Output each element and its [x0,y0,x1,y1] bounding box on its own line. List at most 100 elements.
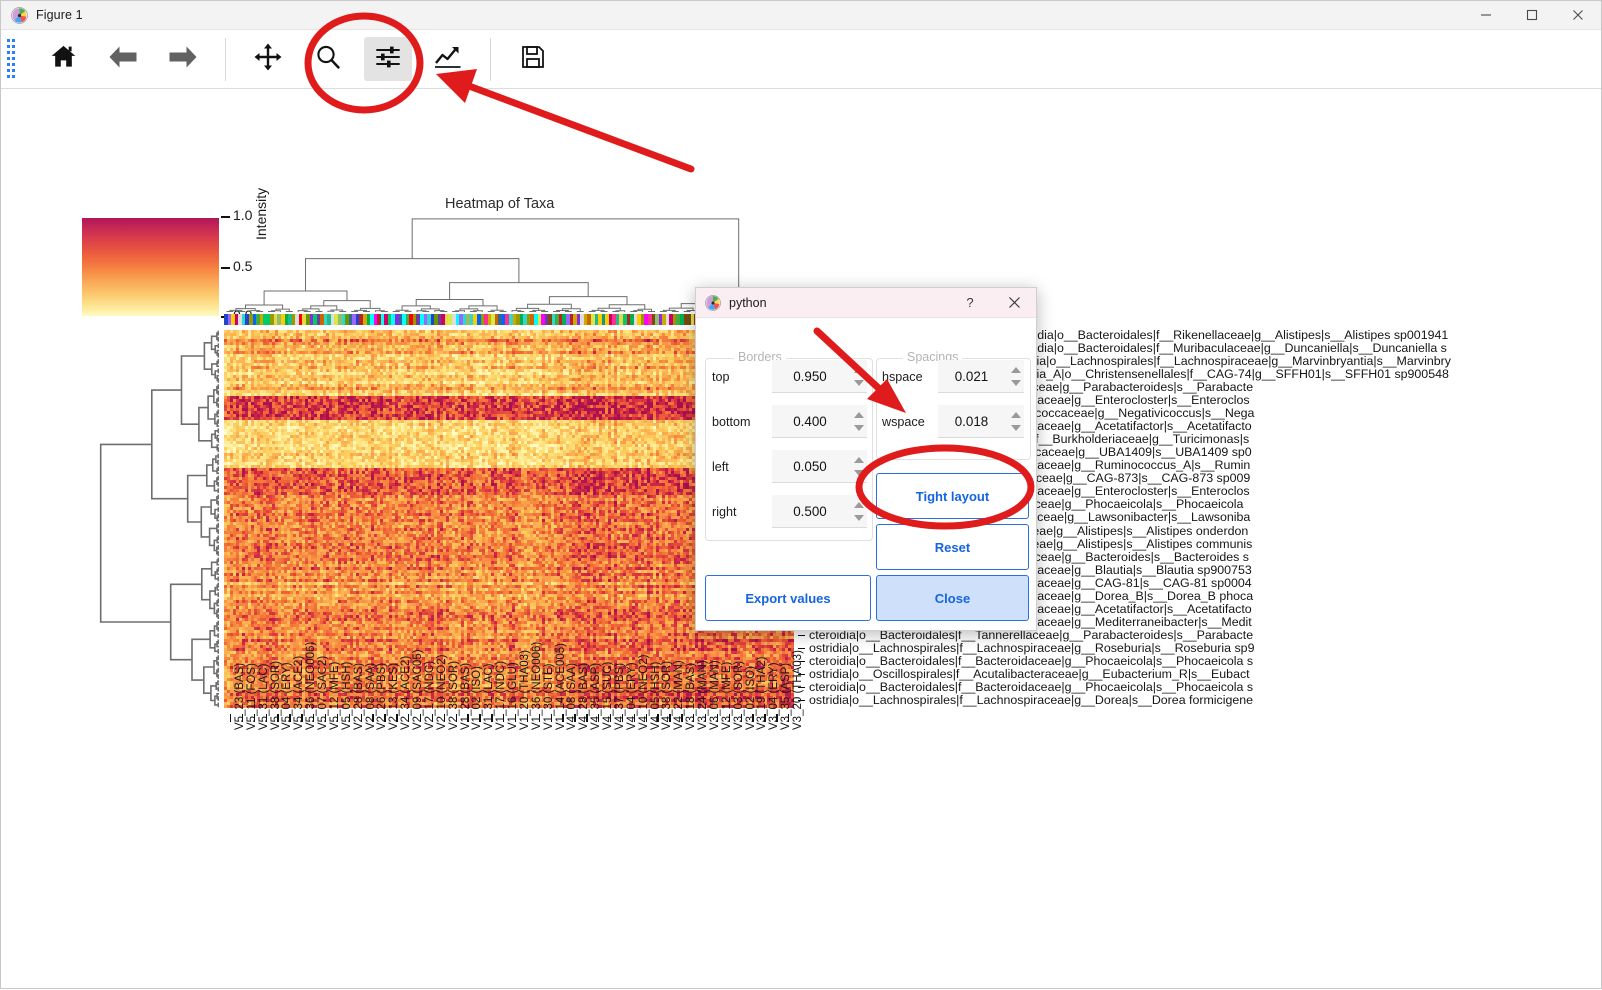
field-right-label: right [712,505,772,519]
toolbar-drag-handle[interactable] [7,37,17,81]
column-tick [384,714,385,722]
close-dialog-button[interactable]: Close [876,575,1029,621]
dialog-titlebar-buttons: ? [948,288,1036,317]
dendrogram-link [589,312,595,313]
dendrogram-link [269,312,275,313]
dendrogram-link [218,599,219,602]
dendrogram-link [218,344,219,347]
colorbar-gradient [82,218,219,316]
column-label: V3_19 (THA2) [756,656,768,730]
dendrogram-link [218,577,219,580]
toolbar-separator [490,38,491,81]
column-tick [242,714,243,722]
dendrogram-link [218,675,219,678]
column-tick [705,714,706,722]
column-label: V3_03 (SOR) [733,661,745,730]
dendrogram-link [218,568,219,571]
wspace-spinbox[interactable]: 0.018 [938,405,1024,438]
dendrogram-link [352,312,358,313]
dendrogram-link [565,312,571,313]
hspace-stepper[interactable] [1007,360,1024,393]
bottom-value: 0.400 [772,414,850,429]
dendrogram-link [171,584,202,659]
home-icon [50,43,77,75]
column-label: V4_04 (ERY) [626,662,638,730]
arrow-right-icon [168,44,198,75]
left-stepper[interactable] [850,450,867,483]
column-tick [693,714,694,722]
subplot-tool-dialog[interactable]: python ? Borders top 0.950 bot [695,287,1037,631]
column-tick [586,714,587,722]
right-spinbox[interactable]: 0.500 [772,495,867,528]
magnifier-icon [315,44,341,75]
column-label: V2_34 (ACE2) [400,656,412,730]
chevron-down-icon [854,515,864,521]
bottom-spinbox[interactable]: 0.400 [772,405,867,438]
save-button[interactable] [509,37,557,81]
dendrogram-link [204,343,211,369]
dendrogram-link [402,306,430,310]
column-label: V2_09 (SAC05) [412,649,424,730]
dialog-titlebar: python ? [696,288,1036,318]
dendrogram-link [218,429,219,432]
chevron-down-icon [1011,380,1021,386]
column-label: V3_04 (ERY) [768,662,780,730]
export-values-button[interactable]: Export values [705,575,871,621]
dialog-help-button[interactable]: ? [948,288,992,317]
bottom-stepper[interactable] [850,405,867,438]
close-button[interactable] [1555,1,1601,30]
pan-button[interactable] [244,37,292,81]
dendrogram-link [412,219,739,296]
floppy-disk-icon [520,44,546,75]
column-label: V2_13 (KES) [388,663,400,730]
back-button[interactable] [99,37,147,81]
dendrogram-link [218,391,219,394]
column-label: V1_20 (THA03) [519,650,531,730]
dialog-title: python [729,296,767,310]
dialog-close-button[interactable] [992,288,1036,317]
column-label: V2_26 (PBS) [376,663,388,730]
chevron-up-icon [1011,367,1021,373]
dendrogram-link [218,448,219,451]
tight-layout-button[interactable]: Tight layout [876,473,1029,519]
window-title: Figure 1 [36,8,83,22]
reset-button[interactable]: Reset [876,524,1029,570]
right-stepper[interactable] [850,495,867,528]
right-value: 0.500 [772,504,850,519]
maximize-button[interactable] [1509,1,1555,30]
dendrogram-link [218,703,219,706]
chevron-up-icon [854,412,864,418]
top-stepper[interactable] [850,360,867,393]
dendrogram-link [188,476,207,523]
minimize-button[interactable] [1463,1,1509,30]
subplots-button[interactable] [364,37,412,81]
column-label: V3_20 (THA03) [792,650,804,730]
column-tick [503,714,504,722]
column-tick [764,714,765,722]
customize-button[interactable] [424,37,472,81]
home-button[interactable] [39,37,87,81]
column-tick [432,714,433,722]
chevron-down-icon [854,425,864,431]
column-tick [408,714,409,722]
column-tick [337,714,338,722]
dendrogram-link [218,650,219,653]
field-top: top 0.950 [712,360,867,393]
top-spinbox[interactable]: 0.950 [772,360,867,393]
dendrogram-link [204,667,214,693]
zoom-button[interactable] [304,37,352,81]
column-tick [622,714,623,722]
chevron-up-icon [1011,412,1021,418]
dendrogram-link [199,408,212,441]
column-tick [776,714,777,722]
forward-button[interactable] [159,37,207,81]
dendrogram-link [211,500,217,514]
column-label: V1_31 (LAC) [483,664,495,730]
wspace-stepper[interactable] [1007,405,1024,438]
field-hspace-label: hspace [882,370,938,384]
dendrogram-link [441,312,447,313]
left-spinbox[interactable]: 0.050 [772,450,867,483]
hspace-spinbox[interactable]: 0.021 [938,360,1024,393]
column-label: V5_07 (SAC2) [317,656,329,730]
column-label: V1_02 (ISO) [471,666,483,730]
